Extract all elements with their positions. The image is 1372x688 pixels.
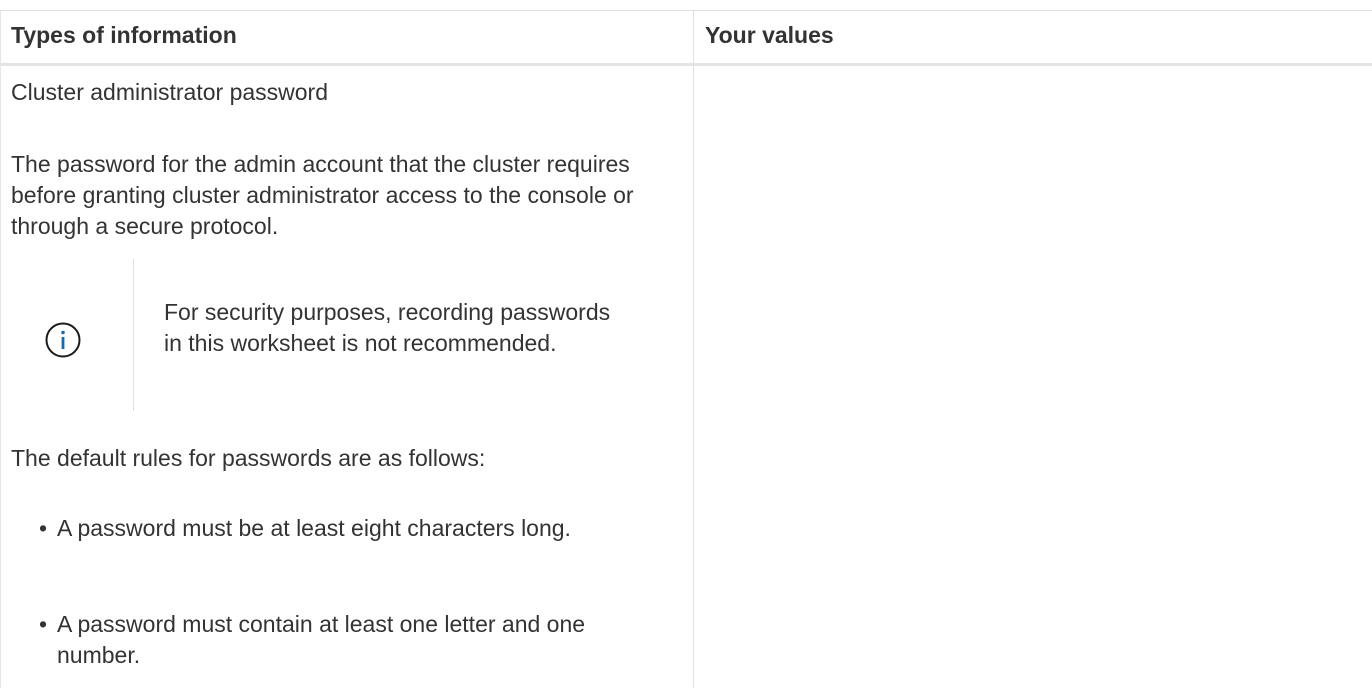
table-left-border [0,11,1,688]
header-types-of-information: Types of information [11,22,237,48]
worksheet-table: Types of information Your values Cluster… [0,10,1372,688]
rules-intro: The default rules for passwords are as f… [11,445,486,471]
note-text: For security purposes, recording passwor… [164,299,611,356]
header-your-values: Your values [705,22,834,48]
bullet-icon: • [39,611,48,637]
list-item: A password must be at least eight charac… [57,515,571,541]
your-value-cell [694,66,1372,686]
row-description: The password for the admin account that … [11,151,634,239]
table-header-row: Types of information Your values [0,11,1372,66]
bullet-icon: • [39,515,48,541]
row-title: Cluster administrator password [11,79,329,105]
info-icon [44,321,82,359]
list-item: A password must contain at least one let… [57,611,586,668]
note-divider [133,259,134,411]
